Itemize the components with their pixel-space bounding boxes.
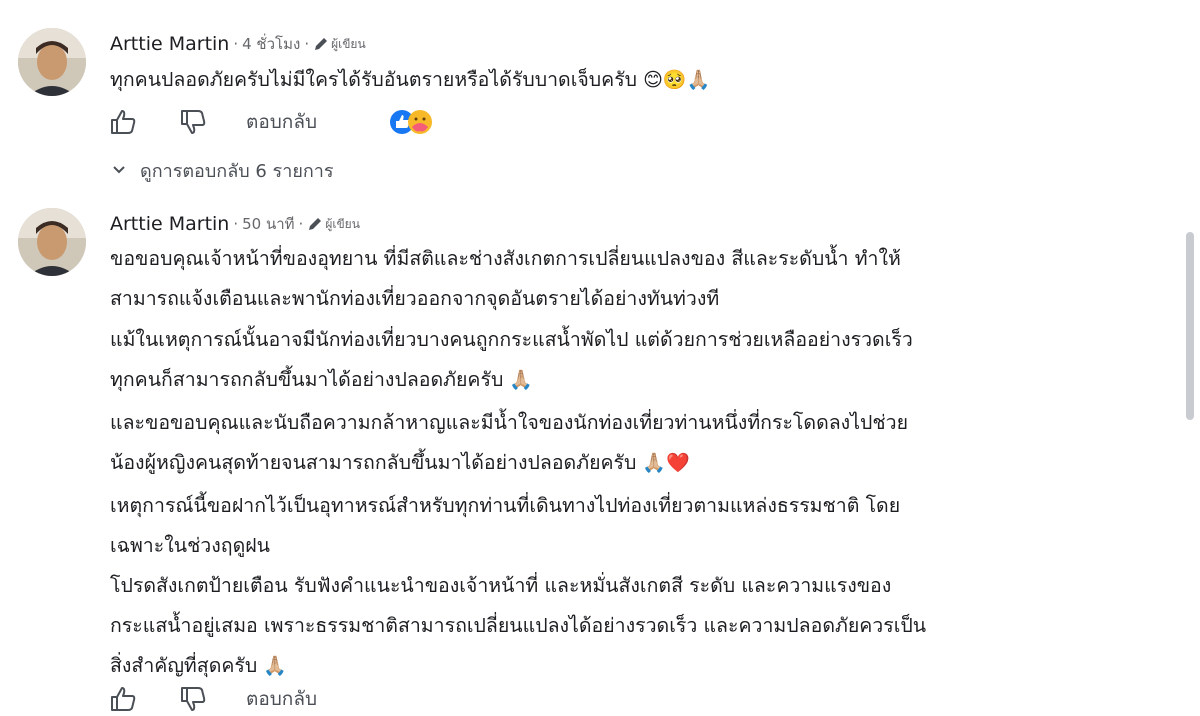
comment-text: ทุกคนปลอดภัยครับไม่มีใครได้รับอันตรายหรื… (110, 68, 711, 91)
comment-paragraph: ขอขอบคุณเจ้าหน้าที่ของอุทยาน ที่มีสติและ… (110, 247, 901, 310)
comment-header: Arttie Martin · 50 นาที · ผู้เขียน (110, 212, 360, 236)
author-badge: ผู้เขียน (331, 36, 366, 51)
comment-paragraph: โปรดสังเกตป้ายเตือน รับฟังคำแนะนำของเจ้า… (110, 574, 927, 677)
reply-button[interactable]: ตอบกลับ (246, 107, 317, 137)
emoji: 🙏🏼❤️ (642, 452, 690, 474)
pencil-icon (315, 38, 328, 50)
emoji: 😊🥺🙏🏼 (643, 69, 711, 91)
cutoff-icon (198, 0, 212, 2)
comment-header: Arttie Martin · 4 ชั่วโมง · ผู้เขียน (110, 32, 366, 56)
comment-time[interactable]: 4 ชั่วโมง (242, 32, 300, 56)
scrollbar-thumb[interactable] (1186, 232, 1194, 420)
comment-paragraph: เหตุการณ์นี้ขอฝากไว้เป็นอุทาหรณ์สำหรับทุ… (110, 494, 901, 557)
comment-actions: ตอบกลับ (108, 682, 317, 716)
author-name[interactable]: Arttie Martin (110, 33, 229, 55)
comment-time[interactable]: 50 นาที (242, 212, 294, 236)
reply-button[interactable]: ตอบกลับ (246, 684, 317, 714)
comment-paragraph: และขอขอบคุณและนับถือความกล้าหาญและมีน้ำใ… (110, 411, 908, 474)
thumbs-down-icon[interactable] (178, 684, 208, 714)
thumbs-up-icon[interactable] (108, 684, 138, 714)
scrollbar[interactable] (1182, 0, 1200, 698)
reactions-summary[interactable] (390, 107, 446, 137)
emoji: 🙏🏼 (263, 655, 287, 677)
emoji: 🙏🏼 (509, 369, 534, 391)
author-name[interactable]: Arttie Martin (110, 213, 229, 235)
avatar[interactable] (18, 208, 86, 276)
thumbs-up-icon[interactable] (108, 107, 138, 137)
care-reaction-icon (408, 110, 432, 134)
view-replies-link[interactable]: ดูการตอบกลับ 6 รายการ (112, 156, 334, 184)
avatar[interactable] (18, 28, 86, 96)
comment-actions: ตอบกลับ (108, 105, 317, 139)
pencil-icon (309, 218, 322, 230)
author-badge: ผู้เขียน (325, 216, 360, 231)
comment-paragraph: แม้ในเหตุการณ์นั้นอาจมีนักท่องเที่ยวบางค… (110, 328, 913, 391)
thumbs-down-icon[interactable] (178, 107, 208, 137)
chevron-down-icon (113, 166, 125, 174)
